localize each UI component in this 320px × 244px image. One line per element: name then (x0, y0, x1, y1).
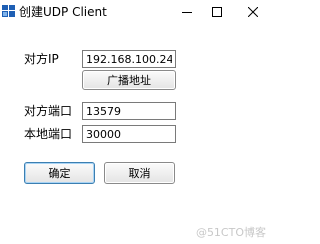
app-window-icon (2, 5, 15, 17)
udp-client-dialog: 创建UDP Client 对方IP 广播地址 对方端口 本地端口 确定 取消 @… (0, 0, 274, 244)
maximize-icon (212, 7, 222, 17)
close-button[interactable] (238, 0, 268, 24)
broadcast-address-button[interactable]: 广播地址 (82, 70, 176, 90)
minimize-button[interactable] (172, 0, 202, 24)
close-icon (248, 7, 258, 17)
window-title: 创建UDP Client (19, 5, 107, 19)
local-port-input[interactable] (82, 125, 176, 143)
maximize-button[interactable] (202, 0, 232, 24)
local-port-label: 本地端口 (24, 127, 73, 141)
title-bar[interactable]: 创建UDP Client (0, 0, 274, 24)
watermark-text: @51CTO博客 (195, 226, 266, 239)
minimize-icon (182, 12, 192, 13)
remote-ip-input[interactable] (82, 50, 176, 68)
ok-button[interactable]: 确定 (24, 162, 95, 184)
remote-port-label: 对方端口 (24, 104, 73, 118)
remote-port-input[interactable] (82, 102, 176, 120)
remote-ip-label: 对方IP (24, 52, 59, 66)
cancel-button[interactable]: 取消 (104, 162, 175, 184)
